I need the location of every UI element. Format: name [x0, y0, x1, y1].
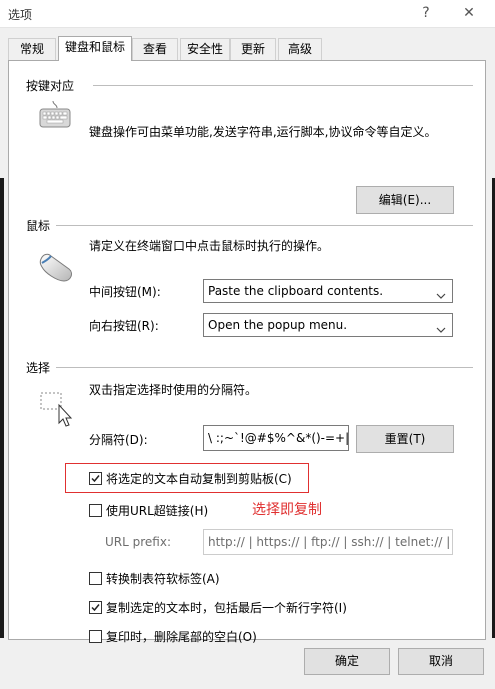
url-prefix-label: URL prefix: [105, 535, 171, 549]
url-hyperlink-label: 使用URL超链接(H) [106, 504, 209, 518]
chevron-down-icon [436, 320, 446, 333]
right-button-select[interactable]: Open the popup menu. [203, 313, 453, 337]
middle-button-select[interactable]: Paste the clipboard contents. [203, 279, 453, 303]
tab-update[interactable]: 更新 [230, 38, 276, 60]
mouse-section-title: 鼠标 [26, 219, 51, 233]
checkbox-box [89, 504, 102, 517]
tab-keyboard-mouse[interactable]: 键盘和鼠标 [58, 36, 132, 61]
right-button-label: 向右按钮(R): [89, 319, 159, 333]
section-divider [56, 225, 473, 226]
title-bar: 选项 ? ✕ [0, 0, 495, 28]
auto-copy-label: 将选定的文本自动复制到剪贴板(C) [106, 472, 292, 486]
edit-keymap-button[interactable]: 编辑(E)... [356, 186, 454, 214]
section-divider [93, 85, 473, 86]
checkbox-box [89, 630, 102, 643]
delimiter-label: 分隔符(D): [89, 433, 148, 447]
tab-advanced[interactable]: 高级 [278, 38, 322, 60]
mouse-icon [39, 253, 75, 288]
url-hyperlink-checkbox[interactable]: 使用URL超链接(H) [89, 503, 229, 519]
tab-view[interactable]: 查看 [132, 38, 178, 60]
url-prefix-input[interactable]: http:// | https:// | ftp:// | ssh:// | t… [203, 529, 453, 555]
chevron-down-icon [436, 286, 446, 299]
trim-whitespace-checkbox[interactable]: 复印时，删除尾部的空白(O) [89, 629, 289, 645]
middle-button-label: 中间按钮(M): [89, 285, 161, 299]
window-title: 选项 [8, 8, 33, 22]
options-dialog: 常规 键盘和鼠标 查看 安全性 更新 高级 按键对应 键盘操作可由菜单功能,发送… [0, 28, 495, 689]
selection-icon [39, 391, 73, 430]
checkbox-box [89, 601, 102, 614]
mouse-description: 请定义在终端窗口中点击鼠标时执行的操作。 [89, 239, 330, 253]
keyboard-icon [39, 100, 71, 132]
auto-copy-checkbox[interactable]: 将选定的文本自动复制到剪贴板(C) [89, 471, 309, 487]
trim-whitespace-label: 复印时，删除尾部的空白(O) [106, 630, 257, 644]
tab-strip: 常规 键盘和鼠标 查看 安全性 更新 高级 [8, 36, 488, 61]
selection-description: 双击指定选择时使用的分隔符。 [89, 383, 258, 397]
close-button[interactable]: ✕ [455, 2, 483, 26]
ok-button[interactable]: 确定 [304, 648, 390, 675]
copy-newline-label: 复制选定的文本时，包括最后一个新行字符(I) [106, 601, 347, 615]
checkbox-box [89, 572, 102, 585]
copy-newline-checkbox[interactable]: 复制选定的文本时，包括最后一个新行字符(I) [89, 600, 389, 616]
delimiter-input[interactable]: \ :;~`!@#$%^&*()-=+|[]{} [203, 425, 349, 451]
help-button[interactable]: ? [412, 2, 440, 26]
keymap-section-title: 按键对应 [26, 79, 75, 93]
right-button-value: Open the popup menu. [208, 318, 348, 332]
keymap-description: 键盘操作可由菜单功能,发送字符串,运行脚本,协议命令等自定义。 [89, 125, 437, 139]
background-edge [0, 178, 4, 638]
tab-general[interactable]: 常规 [8, 38, 56, 60]
section-divider [56, 367, 473, 368]
middle-button-value: Paste the clipboard contents. [208, 284, 384, 298]
tab-convert-checkbox[interactable]: 转换制表符软标签(A) [89, 571, 249, 587]
annotation-text: 选择即复制 [252, 502, 322, 518]
checkbox-box [89, 472, 102, 485]
reset-delimiter-button[interactable]: 重置(T) [356, 425, 454, 453]
selection-section-title: 选择 [26, 361, 51, 375]
tab-convert-label: 转换制表符软标签(A) [106, 572, 220, 586]
cancel-button[interactable]: 取消 [398, 648, 484, 675]
tab-security[interactable]: 安全性 [180, 38, 230, 60]
tab-panel-keyboard-mouse: 按键对应 键盘操作可由菜单功能,发送字符串,运行脚本,协议命令等自定义。 编辑(… [8, 60, 486, 644]
